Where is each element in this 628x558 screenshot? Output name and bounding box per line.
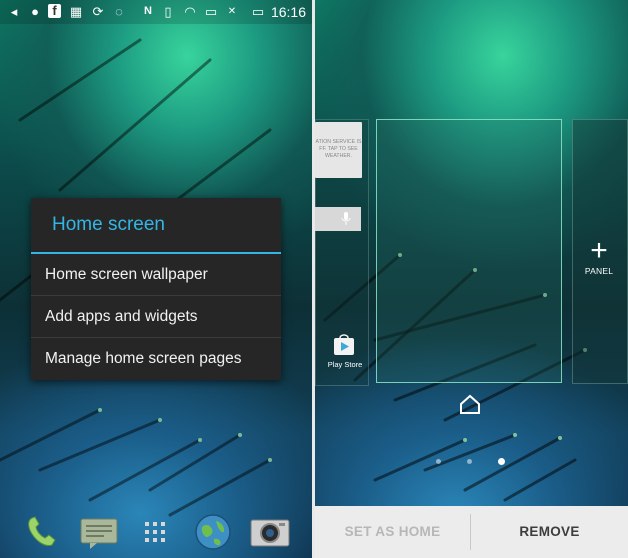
page-action-bar: SET AS HOME REMOVE <box>315 506 628 558</box>
no-signal-icon: ✕ <box>227 6 237 17</box>
back-icon: ◂ <box>10 4 18 19</box>
weather-widget-card: ATION SERVICE IS FF. TAP TO SEE WEATHER. <box>315 122 362 178</box>
battery-icon: ▭ <box>251 4 265 19</box>
page-thumbnail-current[interactable] <box>376 119 562 383</box>
phone-icon[interactable] <box>24 514 60 550</box>
home-icon[interactable] <box>459 394 481 414</box>
calendar-icon: ▦ <box>69 4 83 19</box>
sync-icon: ⟳ <box>92 4 104 19</box>
wifi-icon: ◠ <box>184 4 196 19</box>
sim-icon: ▭ <box>204 4 218 19</box>
page-indicator-dot <box>467 459 472 464</box>
page-indicator-dot-active <box>498 458 505 465</box>
app-drawer-icon[interactable] <box>143 520 167 544</box>
contact-icon: ● <box>31 4 39 19</box>
add-panel-label: PANEL <box>584 266 614 276</box>
set-as-home-button[interactable]: SET AS HOME <box>315 506 470 558</box>
home-screen-menu: Home screen Home screen wallpaper Add ap… <box>31 198 281 380</box>
search-widget-card <box>315 207 361 231</box>
screenshot-root: ◂ ● f ▦ ⟳ ◌ N ▯ ◠ ▭ ✕ ▭ 16:16 Home scree… <box>0 0 628 558</box>
status-bar: ◂ ● f ▦ ⟳ ◌ N ▯ ◠ ▭ ✕ ▭ 16:16 <box>0 0 312 24</box>
microphone-icon <box>341 212 351 225</box>
menu-item-add-apps-widgets[interactable]: Add apps and widgets <box>31 296 281 337</box>
vibrate-icon: ▯ <box>164 4 172 19</box>
clock: 16:16 <box>270 4 306 20</box>
menu-item-manage-pages[interactable]: Manage home screen pages <box>31 338 281 379</box>
play-store-label: Play Store <box>327 360 363 369</box>
play-store-icon <box>334 334 354 355</box>
facebook-icon: f <box>48 4 61 18</box>
nfc-icon: N <box>144 5 152 17</box>
messages-icon[interactable] <box>80 518 118 550</box>
menu-title: Home screen <box>52 214 165 235</box>
menu-item-wallpaper[interactable]: Home screen wallpaper <box>31 254 281 295</box>
weather-text-line: FF. TAP TO SEE <box>319 146 358 152</box>
weather-text-line: WEATHER. <box>325 153 352 159</box>
remove-button[interactable]: REMOVE <box>471 506 628 558</box>
camera-icon[interactable] <box>250 516 290 548</box>
plus-icon: + <box>590 234 608 267</box>
weather-text-line: ATION SERVICE IS <box>315 139 362 145</box>
page-indicator-dot <box>436 459 441 464</box>
loading-icon: ◌ <box>115 4 123 19</box>
browser-icon[interactable] <box>194 513 232 551</box>
